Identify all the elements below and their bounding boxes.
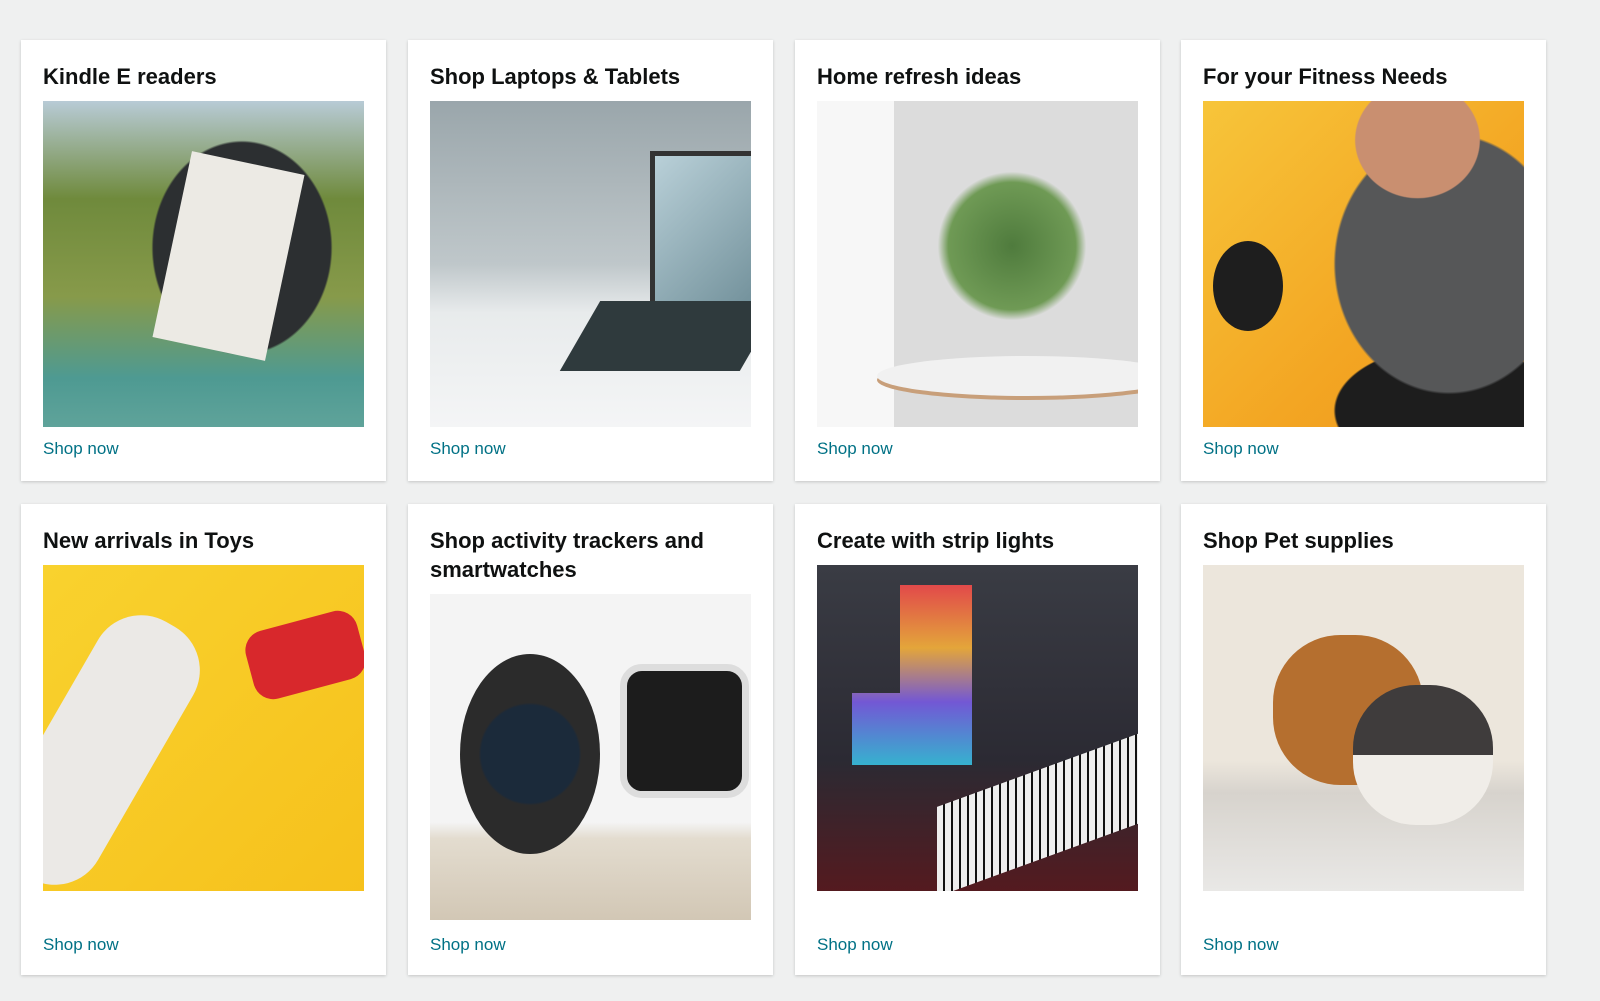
shop-now-link[interactable]: Shop now [43,439,119,459]
shop-now-link[interactable]: Shop now [817,439,893,459]
shop-now-link[interactable]: Shop now [1203,935,1279,955]
card-title: Create with strip lights [817,528,1055,553]
card-title: Shop Laptops & Tablets [430,64,681,89]
kindle-image[interactable] [43,101,364,427]
card-title: New arrivals in Toys [43,528,255,553]
card-strip-lights: Create with strip lights Shop now [795,504,1160,975]
card-home-refresh: Home refresh ideas Shop now [795,40,1160,481]
card-title: Shop Pet supplies [1203,528,1394,553]
card-title: For your Fitness Needs [1203,64,1448,89]
pet-image[interactable] [1203,565,1524,891]
card-laptops-tablets: Shop Laptops & Tablets Shop now [408,40,773,481]
toys-image[interactable] [43,565,364,891]
smartwatch-image[interactable] [430,594,751,920]
card-smartwatches: Shop activity trackers and smartwatches … [408,504,773,975]
card-kindle-e-readers: Kindle E readers Shop now [21,40,386,481]
card-toys: New arrivals in Toys Shop now [21,504,386,975]
fitness-image[interactable] [1203,101,1524,427]
card-title: Home refresh ideas [817,64,1022,89]
shop-now-link[interactable]: Shop now [430,935,506,955]
card-pet-supplies: Shop Pet supplies Shop now [1181,504,1546,975]
card-fitness: For your Fitness Needs Shop now [1181,40,1546,481]
laptop-image[interactable] [430,101,751,427]
shop-now-link[interactable]: Shop now [1203,439,1279,459]
card-title: Shop activity trackers and smartwatches [430,528,704,582]
shop-now-link[interactable]: Shop now [43,935,119,955]
card-title: Kindle E readers [43,64,217,89]
shop-now-link[interactable]: Shop now [430,439,506,459]
strip-lights-image[interactable] [817,565,1138,891]
shop-now-link[interactable]: Shop now [817,935,893,955]
home-plant-image[interactable] [817,101,1138,427]
